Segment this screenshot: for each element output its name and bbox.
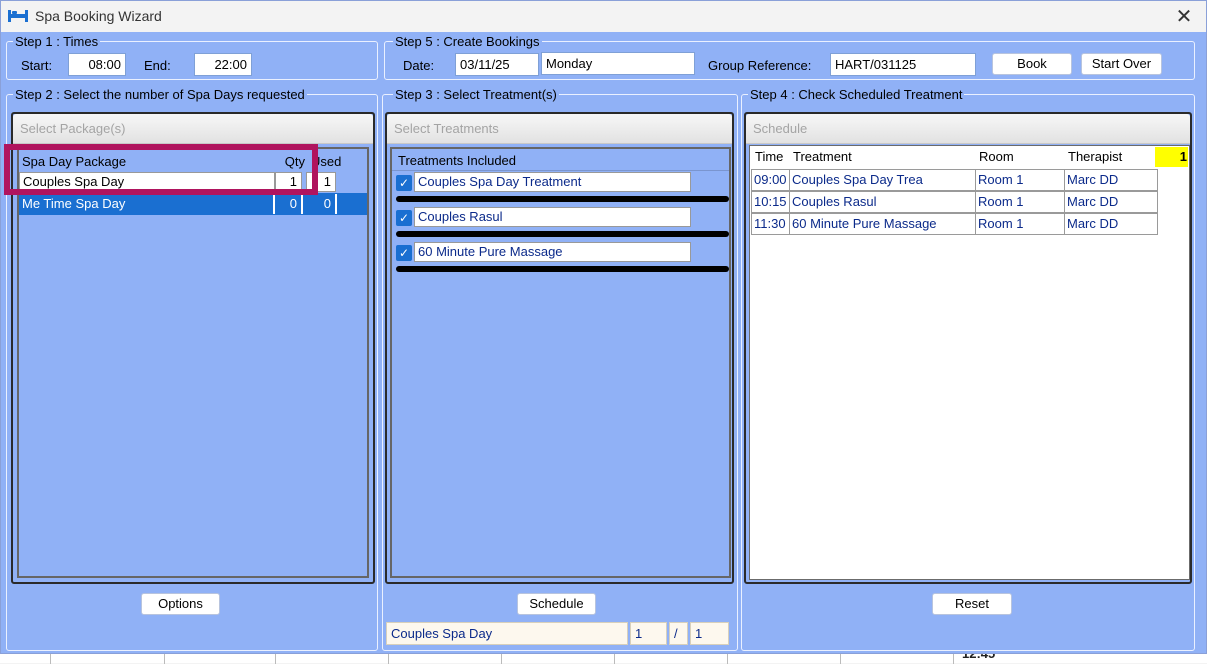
close-button[interactable]: ✕ [1167,3,1201,29]
start-time-field[interactable]: 08:00 [68,53,126,76]
step1-label: Step 1 : Times [13,34,101,49]
treatment-divider [396,266,729,272]
treatments-list: Treatments Included ✓ Couples Spa Day Tr… [390,147,731,578]
schedule-treatment[interactable]: 60 Minute Pure Massage [789,213,976,235]
schedule-room[interactable]: Room 1 [975,213,1065,235]
schedule-time[interactable]: 11:30 [751,213,790,235]
treatment-column-header: Treatment [793,149,852,164]
package-row-name[interactable]: Me Time Spa Day [19,194,275,214]
time-column-header: Time [755,149,784,164]
title-bar: Spa Booking Wizard ✕ [1,1,1206,32]
treatment-item[interactable]: 60 Minute Pure Massage [414,242,691,262]
day-field: Monday [541,52,695,75]
package-list: Spa Day Package Qty Used Couples Spa Day… [17,147,369,578]
schedule-treatment[interactable]: Couples Spa Day Trea [789,169,976,191]
schedule-treatment[interactable]: Couples Rasul [789,191,976,213]
end-label: End: [144,58,171,73]
schedule-therapist[interactable]: Marc DD [1064,169,1158,191]
schedule-time[interactable]: 09:00 [751,169,790,191]
therapist-column-header: Therapist [1068,149,1123,164]
group-reference-field[interactable]: HART/031125 [830,53,976,76]
schedule-table: Time Treatment Room Therapist 1 09:00 Co… [749,145,1190,580]
treatment-item[interactable]: Couples Rasul [414,207,691,227]
treatments-panel-title: Select Treatments [387,114,732,144]
schedule-count-badge: 1 [1155,147,1188,167]
package-panel-title: Select Package(s) [13,114,373,144]
bed-icon [8,10,28,22]
checkbox-icon[interactable]: ✓ [396,245,412,261]
options-button[interactable]: Options [141,593,220,615]
date-label: Date: [403,58,435,73]
treatment-total-field: 1 [690,622,729,645]
schedule-therapist[interactable]: Marc DD [1064,191,1158,213]
schedule-room[interactable]: Room 1 [975,169,1065,191]
schedule-panel-title: Schedule [746,114,1190,144]
count-separator: / [669,622,688,645]
selected-package-field: Couples Spa Day [386,622,628,645]
start-label: Start: [21,58,53,73]
group-reference-label: Group Reference: [708,58,812,73]
treatments-header: Treatments Included [398,153,517,168]
room-column-header: Room [979,149,1014,164]
start-over-button[interactable]: Start Over [1081,53,1162,75]
window-title: Spa Booking Wizard [35,8,162,24]
end-time-field[interactable]: 22:00 [194,53,252,76]
step2-label: Step 2 : Select the number of Spa Days r… [13,87,307,102]
package-row-used: 0 [305,194,337,214]
step5-label: Step 5 : Create Bookings [393,34,542,49]
schedule-panel: Schedule Time Treatment Room Therapist 1… [744,112,1192,584]
checkbox-icon[interactable]: ✓ [396,210,412,226]
step3-label: Step 3 : Select Treatment(s) [393,87,559,102]
annotation-highlight-box [4,144,318,195]
package-row-qty[interactable]: 0 [275,194,303,214]
treatment-divider [396,196,729,202]
date-field[interactable]: 03/11/25 [455,53,539,76]
book-button[interactable]: Book [992,53,1072,75]
treatment-count-field: 1 [630,622,667,645]
schedule-button[interactable]: Schedule [517,593,596,615]
step4-label: Step 4 : Check Scheduled Treatment [748,87,965,102]
treatments-panel: Select Treatments Treatments Included ✓ … [385,112,734,584]
schedule-time[interactable]: 10:15 [751,191,790,213]
schedule-therapist[interactable]: Marc DD [1064,213,1158,235]
schedule-room[interactable]: Room 1 [975,191,1065,213]
treatment-divider [396,231,729,237]
checkbox-icon[interactable]: ✓ [396,175,412,191]
treatment-item[interactable]: Couples Spa Day Treatment [414,172,691,192]
reset-button[interactable]: Reset [932,593,1012,615]
spa-booking-wizard-window: Spa Booking Wizard ✕ Step 1 : Times Star… [0,0,1207,654]
